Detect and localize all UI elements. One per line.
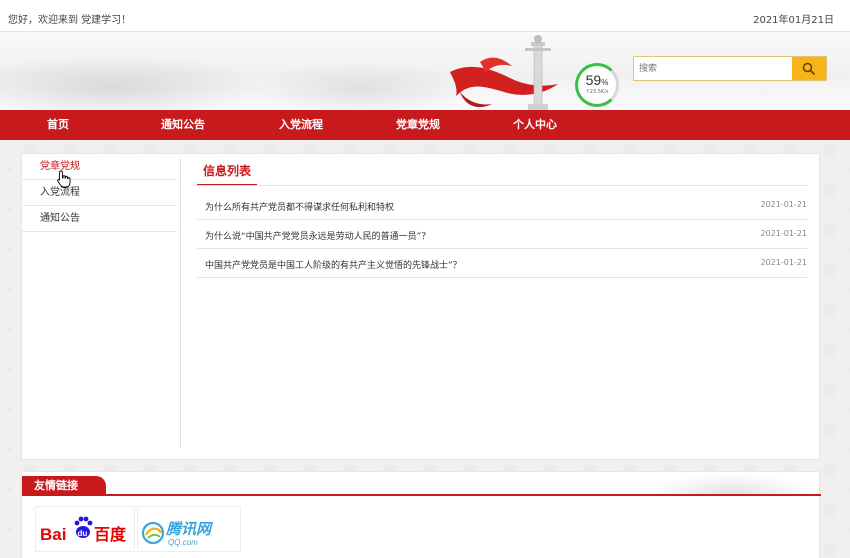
svg-text:腾讯网: 腾讯网 bbox=[165, 520, 214, 538]
hand-pointer-icon bbox=[57, 170, 71, 188]
speed-rate: ↑23.5K/s bbox=[585, 89, 609, 95]
nav-item-party-rules[interactable]: 党章党规 bbox=[396, 110, 440, 140]
search-button[interactable] bbox=[792, 57, 826, 80]
sidebar-item-party-rules[interactable]: 党章党规 bbox=[22, 154, 177, 180]
list-item: 为什么所有共产党员都不得谋求任何私利和特权 2021-01-21 bbox=[197, 191, 807, 220]
nav-item-personal-center[interactable]: 个人中心 bbox=[513, 110, 557, 140]
tencent-logo: 腾讯网 QQ.com bbox=[141, 520, 214, 547]
list-item-date: 2021-01-21 bbox=[760, 200, 808, 209]
svg-text:QQ.com: QQ.com bbox=[168, 538, 198, 547]
nav-item-notices[interactable]: 通知公告 bbox=[161, 110, 205, 140]
network-speed-widget[interactable]: 59% ↑23.5K/s bbox=[575, 63, 619, 107]
list-item-date: 2021-01-21 bbox=[760, 229, 808, 238]
welcome-text: 您好，欢迎来到 党建学习！ bbox=[8, 15, 132, 26]
banner-cloud bbox=[0, 52, 280, 110]
nav-item-home[interactable]: 首页 bbox=[47, 110, 69, 140]
search-input[interactable] bbox=[634, 57, 793, 80]
svg-text:du: du bbox=[78, 529, 88, 538]
list-item-title[interactable]: 中国共产党党员是中国工人阶级的有共产主义觉悟的先锋战士”？ bbox=[205, 258, 462, 271]
sidebar-item-notices[interactable]: 通知公告 bbox=[22, 206, 177, 232]
sidebar: 党章党规 入党流程 通知公告 bbox=[22, 154, 178, 459]
divider bbox=[197, 185, 807, 186]
list-item-title[interactable]: 为什么所有共产党员都不得谋求任何私利和特权 bbox=[205, 200, 394, 213]
search-box bbox=[633, 56, 827, 81]
list-item: 为什么说“中国共产党党员永远是劳动人民的普通一员”？ 2021-01-21 bbox=[197, 220, 807, 249]
banner-emblem-illustration bbox=[450, 35, 558, 110]
friendly-links-header: 友情链接 bbox=[22, 472, 821, 496]
nav-item-join-process[interactable]: 入党流程 bbox=[279, 110, 323, 140]
top-bar: 您好，欢迎来到 党建学习！ 2021年01月21日 bbox=[0, 0, 850, 32]
header-decoration bbox=[641, 472, 821, 494]
divider bbox=[180, 158, 181, 448]
main-nav: 首页 通知公告 入党流程 党章党规 个人中心 bbox=[0, 110, 850, 140]
baidu-logo-link[interactable]: Bai du 百度 bbox=[35, 506, 135, 552]
baidu-logo: Bai du 百度 bbox=[40, 516, 127, 544]
info-list-title: 信息列表 bbox=[197, 162, 258, 186]
friendly-links-title: 友情链接 bbox=[22, 476, 106, 496]
list-item-title[interactable]: 为什么说“中国共产党党员永远是劳动人民的普通一员”？ bbox=[205, 229, 430, 242]
current-date: 2021年01月21日 bbox=[753, 15, 834, 26]
list-item-date: 2021-01-21 bbox=[760, 258, 808, 267]
svg-text:Bai: Bai bbox=[40, 525, 66, 544]
search-icon bbox=[802, 62, 816, 75]
qq-logo-link[interactable]: 腾讯网 QQ.com bbox=[137, 506, 241, 552]
speed-percent: 59% bbox=[585, 72, 609, 88]
friendly-links: 友情链接 Bai du 百度 腾讯网 QQ.com bbox=[21, 471, 821, 558]
svg-text:百度: 百度 bbox=[94, 525, 127, 544]
content-panel: 党章党规 入党流程 通知公告 信息列表 为什么所有共产党员都不得谋求任何私利和特… bbox=[21, 153, 820, 460]
list-item: 中国共产党党员是中国工人阶级的有共产主义觉悟的先锋战士”？ 2021-01-21 bbox=[197, 249, 807, 278]
sidebar-item-join-process[interactable]: 入党流程 bbox=[22, 180, 177, 206]
